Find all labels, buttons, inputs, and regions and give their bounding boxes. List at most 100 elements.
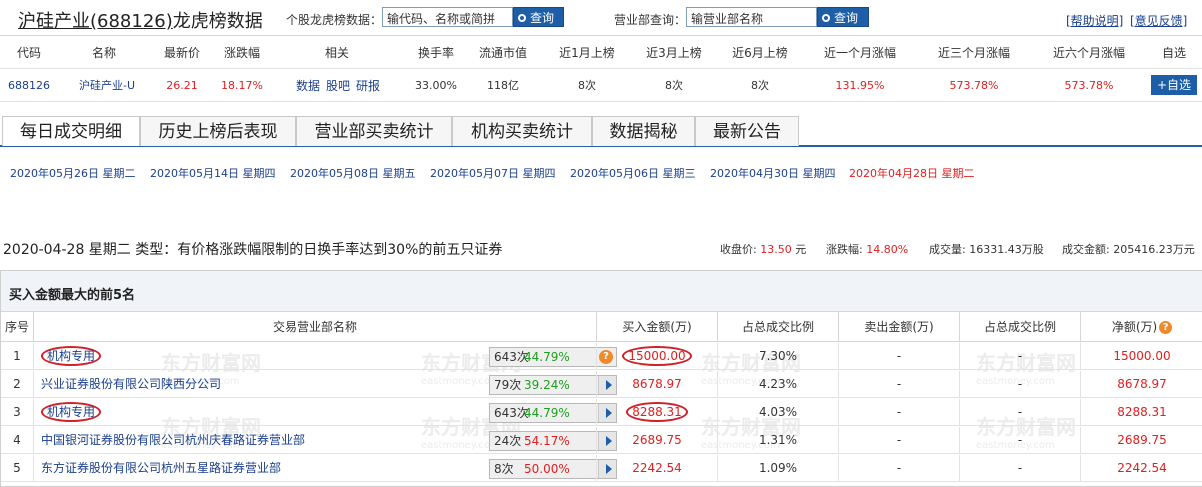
help-link[interactable]: [帮助说明] xyxy=(1066,12,1123,29)
listed-1m: 8次 xyxy=(578,79,596,92)
sell-amount: - xyxy=(838,343,959,370)
tab-daily-detail[interactable]: 每日成交明细 xyxy=(2,116,140,146)
buy-amount: 2242.54 xyxy=(596,455,717,482)
research-link[interactable]: 研报 xyxy=(352,70,384,102)
date-link[interactable]: 2020年05月08日 星期五 xyxy=(290,165,416,181)
date-link[interactable]: 2020年05月07日 星期四 xyxy=(430,165,556,181)
summary-title: 2020-04-28 星期二 类型：有价格涨跌幅限制的日换手率达到30%的前五只… xyxy=(3,242,503,258)
guba-link[interactable]: 股吧 xyxy=(322,70,354,102)
tab-history[interactable]: 历史上榜后表现 xyxy=(140,116,296,146)
listed-6m: 8次 xyxy=(751,79,769,92)
tab-bar: 每日成交明细 历史上榜后表现 营业部买卖统计 机构买卖统计 数据揭秘 最新公告 xyxy=(0,116,1202,147)
quote-header-cell: 自选 xyxy=(1161,46,1186,60)
net-amount: 15000.00 xyxy=(1080,343,1202,370)
quote-header-cell: 近1月上榜 xyxy=(559,46,615,60)
buy-amount: 8288.31 xyxy=(596,399,717,426)
table-row: 3 机构专用 643次 44.79% 8288.31 4.03% - - 8288… xyxy=(1,399,1202,426)
row-index: 3 xyxy=(13,405,21,419)
row-index: 5 xyxy=(13,461,21,475)
table-row: 4 中国银河证券股份有限公司杭州庆春路证券营业部 24次 54.17% 2689.… xyxy=(1,427,1202,454)
volume-stat: 成交量: 16331.43万股 xyxy=(929,243,1044,256)
branch-cell: 兴业证券股份有限公司陕西分公司 79次 39.24% xyxy=(33,371,617,398)
rise-3m: 573.78% xyxy=(949,79,999,92)
buy-ratio: 7.30% xyxy=(717,343,838,370)
feedback-link[interactable]: [意见反馈] xyxy=(1130,12,1187,29)
quote-data-row: 688126 沪硅产业-U 26.21 18.17% 数据 股吧 研报 33.0… xyxy=(0,70,1202,102)
table-title: 买入金额最大的前5名 xyxy=(9,288,136,303)
amount-stat: 成交金额: 205416.23万元 xyxy=(1062,243,1195,256)
date-link[interactable]: 2020年05月14日 星期四 xyxy=(150,165,276,181)
buy-ratio: 1.09% xyxy=(717,455,838,482)
tab-branch-stats[interactable]: 营业部买卖统计 xyxy=(296,116,452,146)
sell-ratio: - xyxy=(959,455,1080,482)
tab-institution-stats[interactable]: 机构买卖统计 xyxy=(452,116,592,146)
table-row: 1 机构专用 643次 44.79%? 15000.00 7.30% - - 15… xyxy=(1,343,1202,370)
change-stat: 涨跌幅: 14.80% xyxy=(826,243,909,256)
sell-amount: - xyxy=(838,371,959,398)
branch-name-link[interactable]: 中国银河证券股份有限公司杭州庆春路证券营业部 xyxy=(41,433,305,447)
net-amount: 2689.75 xyxy=(1080,427,1202,454)
table-title-bar: 买入金额最大的前5名 xyxy=(1,271,1202,312)
quote-header-cell: 流通市值 xyxy=(478,46,527,60)
turnover-rate: 33.00% xyxy=(415,79,457,92)
branch-name-link[interactable]: 兴业证券股份有限公司陕西分公司 xyxy=(41,377,221,391)
sell-ratio: - xyxy=(959,399,1080,426)
date-link[interactable]: 2020年05月06日 星期三 xyxy=(570,165,696,181)
buy-amount: 2689.75 xyxy=(596,427,717,454)
quote-header-cell: 近3月上榜 xyxy=(646,46,702,60)
top5-buy-table: 买入金额最大的前5名 序号 交易营业部名称 买入金额(万) 占总成交比例 卖出金… xyxy=(0,270,1202,487)
stock-search-button[interactable]: 查询 xyxy=(513,7,564,27)
stock-title-link[interactable]: 沪硅产业(688126) xyxy=(18,11,173,32)
buy-ratio: 4.03% xyxy=(717,399,838,426)
branch-cell: 中国银河证券股份有限公司杭州庆春路证券营业部 24次 54.17% xyxy=(33,427,617,454)
quote-header-cell: 近六个月涨幅 xyxy=(1052,46,1125,60)
branch-search-input[interactable]: 输营业部名称 xyxy=(686,7,817,27)
table-header-cell: 交易营业部名称 xyxy=(33,312,596,342)
sell-ratio: - xyxy=(959,371,1080,398)
quote-header-cell: 名称 xyxy=(91,46,116,60)
table-header: 序号 交易营业部名称 买入金额(万) 占总成交比例 卖出金额(万) 占总成交比例… xyxy=(1,312,1202,342)
row-index: 1 xyxy=(13,349,21,363)
quote-header-row: 代码 名称 最新价 涨跌幅 相关 换手率 流通市值 近1月上榜 近3月上榜 近6… xyxy=(0,37,1202,69)
stock-code-link[interactable]: 688126 xyxy=(0,70,58,102)
add-watchlist-button[interactable]: +自选 xyxy=(1151,75,1197,95)
date-link[interactable]: 2020年04月30日 星期四 xyxy=(710,165,836,181)
sell-ratio: - xyxy=(959,427,1080,454)
branch-search-button[interactable]: 查询 xyxy=(817,7,869,27)
search-icon xyxy=(518,14,526,22)
row-index: 4 xyxy=(13,433,21,447)
rise-1m: 131.95% xyxy=(835,79,885,92)
sell-amount: - xyxy=(838,427,959,454)
branch-search-label: 营业部查询： xyxy=(614,13,687,27)
quote-header-cell: 近6月上榜 xyxy=(732,46,788,60)
help-icon[interactable]: ? xyxy=(1159,321,1173,334)
date-link-current[interactable]: 2020年04月28日 星期二 xyxy=(849,165,975,181)
top-bar: 沪硅产业(688126)龙虎榜数据 个股龙虎榜数据： 输代码、名称或简拼 查询 … xyxy=(0,0,1202,36)
date-link[interactable]: 2020年05月26日 星期二 xyxy=(10,165,136,181)
stock-name-link[interactable]: 沪硅产业-U xyxy=(68,70,146,102)
buy-amount: 8678.97 xyxy=(596,371,717,398)
sell-ratio: - xyxy=(959,343,1080,370)
table-row: 5 东方证券股份有限公司杭州五星路证券营业部 8次 50.00% 2242.54 … xyxy=(1,455,1202,482)
tab-announcements[interactable]: 最新公告 xyxy=(695,116,799,146)
quote-header-cell: 代码 xyxy=(16,46,41,60)
buy-amount: 15000.00 xyxy=(596,343,717,370)
quote-header-cell: 换手率 xyxy=(417,46,454,60)
net-amount: 8288.31 xyxy=(1080,399,1202,426)
close-price-stat: 收盘价: 13.50 元 xyxy=(720,243,807,256)
branch-cell: 机构专用 643次 44.79% xyxy=(33,399,617,426)
tab-data-reveal[interactable]: 数据揭秘 xyxy=(592,116,695,146)
float-cap: 118亿 xyxy=(487,79,519,92)
data-link[interactable]: 数据 xyxy=(292,70,324,102)
net-amount: 8678.97 xyxy=(1080,371,1202,398)
table-row: 2 兴业证券股份有限公司陕西分公司 79次 39.24% 8678.97 4.23… xyxy=(1,371,1202,398)
branch-name-link[interactable]: 机构专用 xyxy=(41,402,102,422)
quote-header-cell: 近一个月涨幅 xyxy=(823,46,896,60)
branch-name-link[interactable]: 东方证券股份有限公司杭州五星路证券营业部 xyxy=(41,461,281,475)
quote-header-cell: 涨跌幅 xyxy=(223,46,260,60)
branch-name-link[interactable]: 机构专用 xyxy=(41,346,102,366)
branch-cell: 东方证券股份有限公司杭州五星路证券营业部 8次 50.00% xyxy=(33,455,617,482)
stock-search-input[interactable]: 输代码、名称或简拼 xyxy=(382,7,513,27)
sell-amount: - xyxy=(838,455,959,482)
sell-amount: - xyxy=(838,399,959,426)
